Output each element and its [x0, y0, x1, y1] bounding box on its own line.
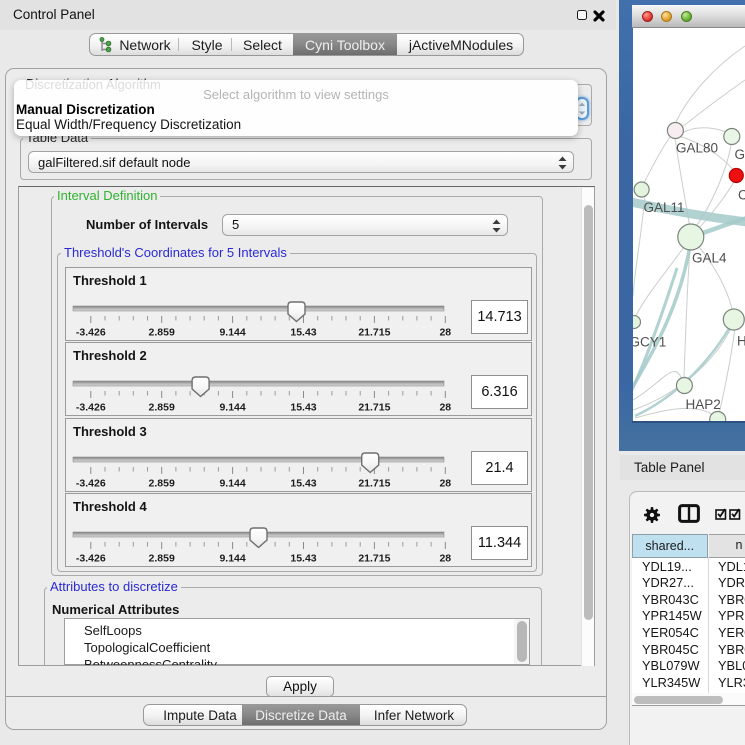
svg-text:HAP2: HAP2 [685, 397, 720, 412]
svg-text:28: 28 [439, 402, 451, 414]
svg-text:15.43: 15.43 [290, 478, 316, 490]
svg-text:15.43: 15.43 [290, 402, 316, 414]
svg-text:15.43: 15.43 [290, 327, 316, 339]
svg-text:C: C [738, 187, 745, 202]
svg-text:2.859: 2.859 [149, 553, 175, 565]
svg-text:GA: GA [734, 147, 745, 162]
svg-text:9.144: 9.144 [219, 402, 245, 414]
svg-text:9.144: 9.144 [219, 478, 245, 490]
svg-text:-3.426: -3.426 [76, 478, 106, 490]
svg-text:2.859: 2.859 [149, 478, 175, 490]
svg-text:2.859: 2.859 [149, 327, 175, 339]
svg-text:2.859: 2.859 [149, 402, 175, 414]
svg-text:28: 28 [439, 478, 451, 490]
svg-text:GAL4: GAL4 [692, 250, 727, 265]
svg-text:-3.426: -3.426 [76, 402, 106, 414]
svg-text:GAL80: GAL80 [676, 140, 718, 155]
svg-text:GCY1: GCY1 [633, 334, 666, 349]
svg-text:-3.426: -3.426 [76, 553, 106, 565]
svg-text:9.144: 9.144 [219, 327, 245, 339]
svg-text:9.144: 9.144 [219, 553, 245, 565]
svg-text:28: 28 [439, 327, 451, 339]
svg-text:28: 28 [439, 553, 451, 565]
svg-text:H: H [737, 333, 745, 348]
svg-text:-3.426: -3.426 [76, 327, 106, 339]
svg-text:GAL11: GAL11 [643, 200, 684, 215]
svg-text:21.715: 21.715 [358, 327, 390, 339]
svg-text:21.715: 21.715 [358, 402, 390, 414]
svg-text:15.43: 15.43 [290, 553, 316, 565]
svg-text:21.715: 21.715 [358, 553, 390, 565]
svg-text:21.715: 21.715 [358, 478, 390, 490]
